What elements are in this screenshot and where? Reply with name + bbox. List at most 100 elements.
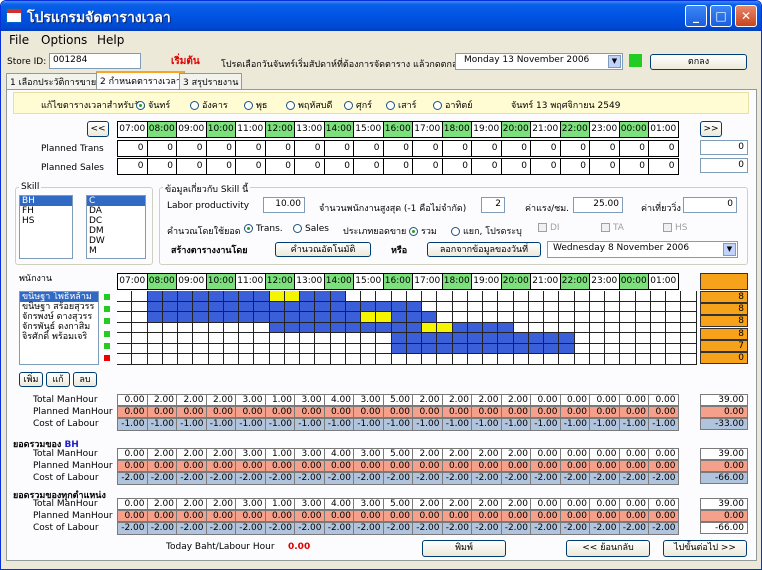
schedule-cell[interactable] xyxy=(147,312,163,323)
tab-schedule[interactable]: 2 กำหนดตารางเวลา xyxy=(96,71,185,90)
schedule-cell[interactable] xyxy=(391,301,407,312)
schedule-cell[interactable] xyxy=(498,343,514,354)
schedule-cell[interactable] xyxy=(162,312,178,323)
schedule-cell[interactable] xyxy=(117,291,133,302)
planned-cell[interactable]: 0 xyxy=(235,140,266,157)
delete-staff-button[interactable]: ลบ xyxy=(73,372,97,387)
schedule-cell[interactable] xyxy=(147,354,163,365)
schedule-cell[interactable] xyxy=(178,301,194,312)
schedule-cell[interactable] xyxy=(132,291,148,302)
schedule-cell[interactable] xyxy=(605,301,621,312)
schedule-cell[interactable] xyxy=(330,343,346,354)
schedule-cell[interactable] xyxy=(559,333,575,344)
schedule-cell[interactable] xyxy=(376,312,392,323)
schedule-cell[interactable] xyxy=(193,291,209,302)
copy-date-picker[interactable]: Wednesday 8 November 2006 ▼ xyxy=(547,241,738,258)
start-date-picker[interactable]: Monday 13 November 2006 ▼ xyxy=(455,53,623,70)
schedule-cell[interactable] xyxy=(650,291,666,302)
schedule-cell[interactable] xyxy=(269,354,285,365)
productivity-field[interactable]: 10.00 xyxy=(263,197,305,213)
list-item[interactable]: ขนิษฐา สร้อยสุวรร xyxy=(20,302,98,312)
schedule-cell[interactable] xyxy=(254,333,270,344)
schedule-cell[interactable] xyxy=(574,333,590,344)
schedule-cell[interactable] xyxy=(330,312,346,323)
schedule-cell[interactable] xyxy=(666,301,682,312)
schedule-cell[interactable] xyxy=(300,322,316,333)
copy-from-date-button[interactable]: ลอกจากข้อมูลของวันที่ xyxy=(427,242,541,257)
list-item[interactable]: จักรพงษ์ ดางสุวรร xyxy=(20,312,98,322)
type-split-radio[interactable]: แยก, โปรดระบุ xyxy=(451,224,522,238)
planned-cell[interactable]: 0 xyxy=(264,140,295,157)
schedule-cell[interactable] xyxy=(528,312,544,323)
schedule-cell[interactable] xyxy=(528,291,544,302)
schedule-cell[interactable] xyxy=(147,322,163,333)
schedule-cell[interactable] xyxy=(605,291,621,302)
schedule-cell[interactable] xyxy=(208,322,224,333)
schedule-cell[interactable] xyxy=(391,333,407,344)
schedule-cell[interactable] xyxy=(132,333,148,344)
wage-field[interactable]: 25.00 xyxy=(573,197,623,213)
store-id-field[interactable]: 001284 xyxy=(49,53,141,69)
schedule-cell[interactable] xyxy=(620,354,636,365)
schedule-cell[interactable] xyxy=(559,301,575,312)
schedule-cell[interactable] xyxy=(498,291,514,302)
schedule-cell[interactable] xyxy=(422,322,438,333)
day-radio-wed[interactable]: พุธ xyxy=(244,98,267,112)
schedule-cell[interactable] xyxy=(666,343,682,354)
schedule-cell[interactable] xyxy=(513,312,529,323)
schedule-cell[interactable] xyxy=(330,322,346,333)
schedule-cell[interactable] xyxy=(178,291,194,302)
day-radio-sun[interactable]: อาทิตย์ xyxy=(433,98,473,112)
schedule-cell[interactable] xyxy=(513,322,529,333)
schedule-cell[interactable] xyxy=(620,312,636,323)
schedule-cell[interactable] xyxy=(544,322,560,333)
schedule-cell[interactable] xyxy=(345,312,361,323)
schedule-cell[interactable] xyxy=(162,354,178,365)
maxstaff-field[interactable]: 2 xyxy=(481,197,505,213)
planned-cell[interactable]: 0 xyxy=(530,158,561,175)
schedule-cell[interactable] xyxy=(117,312,133,323)
planned-sales-total[interactable]: 0 xyxy=(700,158,748,173)
schedule-cell[interactable] xyxy=(528,301,544,312)
list-item[interactable]: จิรศักดิ์ พร้อมเจริ xyxy=(20,332,98,342)
schedule-cell[interactable] xyxy=(666,322,682,333)
planned-cell[interactable]: 0 xyxy=(353,140,384,157)
day-radio-tue[interactable]: อังคาร xyxy=(190,98,228,112)
add-staff-button[interactable]: เพิ่ม xyxy=(19,372,43,387)
schedule-cell[interactable] xyxy=(361,354,377,365)
schedule-cell[interactable] xyxy=(117,322,133,333)
list-item[interactable]: DA xyxy=(87,206,145,216)
schedule-cell[interactable] xyxy=(467,333,483,344)
schedule-cell[interactable] xyxy=(605,343,621,354)
staff-list[interactable]: ขนิษฐา โพธิ์หล้าม ขนิษฐา สร้อยสุวรร จักรพง… xyxy=(19,291,99,365)
schedule-cell[interactable] xyxy=(559,322,575,333)
list-item[interactable]: M xyxy=(87,246,145,256)
schedule-cell[interactable] xyxy=(376,291,392,302)
schedule-cell[interactable] xyxy=(437,343,453,354)
schedule-cell[interactable] xyxy=(513,343,529,354)
planned-cell[interactable]: 0 xyxy=(205,158,236,175)
schedule-cell[interactable] xyxy=(223,333,239,344)
list-item[interactable]: จักรพันธ์ ดงกาสิม xyxy=(20,322,98,332)
schedule-cell[interactable] xyxy=(239,333,255,344)
schedule-cell[interactable] xyxy=(422,312,438,323)
schedule-cell[interactable] xyxy=(330,354,346,365)
schedule-cell[interactable] xyxy=(666,333,682,344)
schedule-cell[interactable] xyxy=(635,322,651,333)
schedule-cell[interactable] xyxy=(437,312,453,323)
schedule-cell[interactable] xyxy=(452,322,468,333)
schedule-cell[interactable] xyxy=(345,322,361,333)
schedule-cell[interactable] xyxy=(559,354,575,365)
schedule-cell[interactable] xyxy=(315,301,331,312)
schedule-cell[interactable] xyxy=(620,333,636,344)
list-item[interactable]: DM xyxy=(87,226,145,236)
list-item[interactable]: BH xyxy=(20,196,72,206)
schedule-cell[interactable] xyxy=(223,322,239,333)
schedule-cell[interactable] xyxy=(345,354,361,365)
travel-field[interactable]: 0 xyxy=(683,197,737,213)
schedule-cell[interactable] xyxy=(574,312,590,323)
schedule-cell[interactable] xyxy=(589,343,605,354)
schedule-cell[interactable] xyxy=(498,333,514,344)
schedule-cell[interactable] xyxy=(345,343,361,354)
back-button[interactable]: << ย้อนกลับ xyxy=(566,540,650,557)
